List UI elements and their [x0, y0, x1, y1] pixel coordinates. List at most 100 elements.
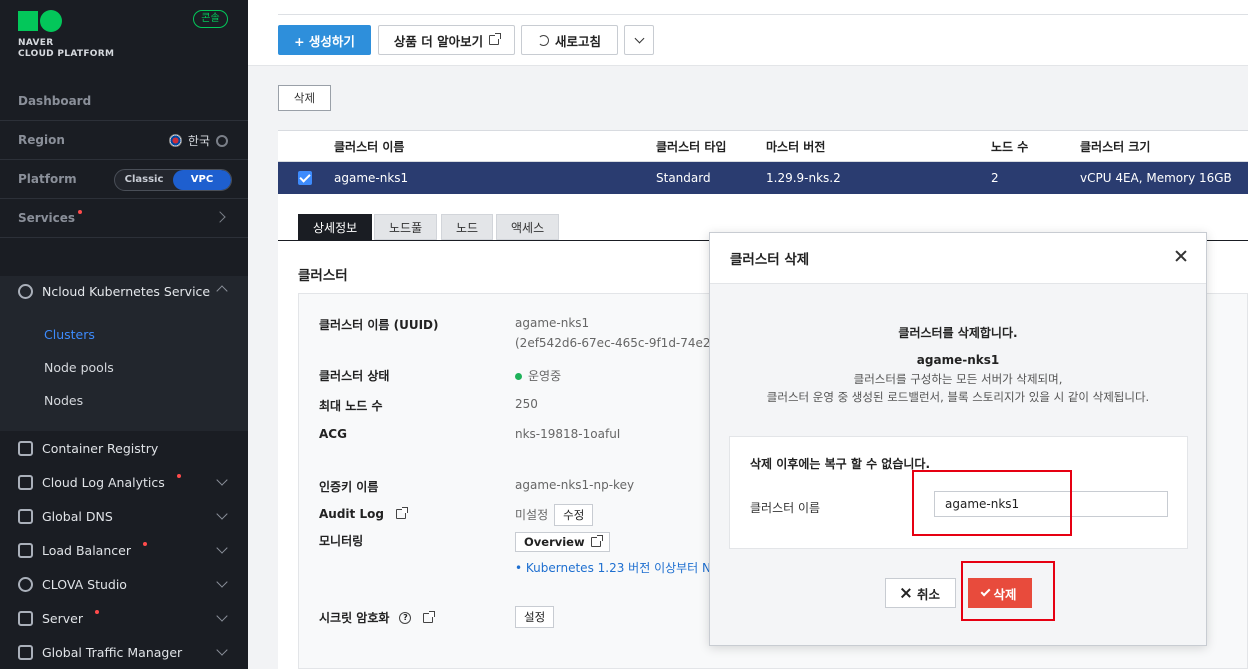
- secret-setting-button[interactable]: 설정: [515, 606, 555, 628]
- brand-line2: CLOUD PLATFORM: [18, 49, 115, 59]
- load-balancer-icon: [18, 542, 33, 558]
- refresh-icon: [537, 34, 549, 46]
- platform-option-vpc[interactable]: VPC: [173, 170, 231, 190]
- modal-line2: 클러스터 운영 중 생성된 로드밸런서, 블록 스토리지가 있을 시 같이 삭제…: [766, 390, 1150, 404]
- cluster-status: 운영중: [515, 367, 561, 384]
- cell-nodes: 2: [991, 171, 999, 185]
- warning-text: 삭제 이후에는 복구 할 수 없습니다.: [750, 457, 931, 471]
- acg-value: nks-19818-1oafuI: [515, 427, 621, 441]
- clova-studio-icon: [18, 576, 33, 592]
- tab-access[interactable]: 액세스: [496, 214, 560, 240]
- tab-node-pools[interactable]: 노드풀: [374, 214, 438, 240]
- sidebar-item-global-traffic-manager[interactable]: Global Traffic Manager: [18, 635, 230, 669]
- cluster-uuid-value: (2ef542d6-67ec-465c-9f1d-74e2d44: [515, 336, 734, 350]
- audit-log-value-row: 미설정 수정: [515, 504, 594, 526]
- gear-icon[interactable]: [216, 134, 228, 147]
- brand-line1: NAVER: [18, 38, 54, 48]
- sidebar-item-platform: Platform Classic VPC: [0, 160, 248, 199]
- sidebar-item-nodes[interactable]: Nodes: [44, 393, 83, 408]
- tab-details[interactable]: 상세정보: [298, 214, 373, 240]
- column-header[interactable]: 클러스터 이름: [334, 131, 404, 163]
- server-icon: [18, 610, 33, 626]
- cell-size: vCPU 4EA, Memory 16GB: [1080, 171, 1232, 185]
- close-icon: [901, 588, 911, 598]
- new-dot: [78, 210, 83, 214]
- refresh-button[interactable]: 새로고침: [521, 25, 618, 55]
- naver-cloud-logo[interactable]: NAVER CLOUD PLATFORM: [18, 10, 114, 60]
- more-dropdown-button[interactable]: [624, 25, 654, 55]
- column-header[interactable]: 클러스터 크기: [1080, 131, 1150, 163]
- chevron-down-icon[interactable]: [216, 542, 228, 554]
- sidebar-item-global-dns[interactable]: Global DNS: [18, 499, 230, 533]
- audit-edit-button[interactable]: 수정: [554, 504, 594, 526]
- create-button[interactable]: + 생성하기: [278, 25, 371, 55]
- tab-nodes[interactable]: 노드: [441, 214, 494, 240]
- max-nodes-value: 250: [515, 397, 538, 411]
- learn-more-button[interactable]: 상품 더 알아보기: [378, 25, 515, 55]
- close-icon[interactable]: [1174, 249, 1188, 263]
- region-value: 한국: [187, 134, 210, 148]
- table-row[interactable]: agame-nks1 Standard 1.29.9-nks.2 2 vCPU …: [278, 162, 1248, 194]
- sidebar-item-dashboard[interactable]: Dashboard: [0, 82, 248, 121]
- column-header[interactable]: 노드 수: [991, 131, 1028, 163]
- highlight-box-input: [912, 470, 1072, 536]
- modal-body: 클러스터를 삭제합니다. agame-nks1 클러스터를 구성하는 모든 서버…: [710, 283, 1206, 645]
- service-label: Global DNS: [42, 508, 113, 524]
- sidebar-item-container-registry[interactable]: Container Registry: [18, 431, 230, 465]
- column-header[interactable]: 마스터 버전: [766, 131, 825, 163]
- sidebar: NAVER CLOUD PLATFORM 콘솔 Dashboard Region…: [0, 0, 248, 669]
- chevron-down-icon[interactable]: [216, 644, 228, 656]
- nks-menu-header[interactable]: Ncloud Kubernetes Service: [18, 276, 210, 306]
- external-link-icon[interactable]: [395, 507, 408, 519]
- secret-row: 시크릿 암호화 ?: [319, 609, 436, 626]
- sidebar-item-load-balancer[interactable]: Load Balancer: [18, 533, 230, 567]
- cluster-name-value: agame-nks1: [515, 316, 590, 330]
- container-registry-icon: [18, 440, 33, 456]
- auth-key-value: agame-nks1-np-key: [515, 478, 635, 492]
- nks-label: Ncloud Kubernetes Service: [42, 283, 211, 299]
- cancel-button[interactable]: 취소: [885, 578, 956, 608]
- cell-name: agame-nks1: [334, 171, 409, 185]
- chevron-down-icon[interactable]: [216, 610, 228, 622]
- cluster-status-value: 운영중: [528, 369, 562, 383]
- chevron-down-icon[interactable]: [216, 508, 228, 520]
- platform-option-classic[interactable]: Classic: [115, 170, 173, 190]
- new-dot: [176, 474, 181, 478]
- global-dns-icon: [18, 508, 33, 524]
- auth-key-label: 인증키 이름: [319, 480, 379, 494]
- chevron-down-icon[interactable]: [216, 474, 228, 486]
- overview-button[interactable]: Overview: [515, 532, 610, 552]
- monitoring-row: Overview: [515, 532, 610, 552]
- sidebar-item-node-pools[interactable]: Node pools: [44, 360, 114, 375]
- help-icon[interactable]: ?: [399, 611, 412, 624]
- delete-cluster-button[interactable]: 삭제: [278, 85, 331, 111]
- modal-line1: 클러스터를 구성하는 모든 서버가 삭제되며,: [853, 372, 1063, 386]
- sidebar-item-clusters[interactable]: Clusters: [44, 327, 95, 342]
- service-label: Server: [42, 610, 83, 626]
- sidebar-item-server[interactable]: Server: [18, 601, 230, 635]
- service-label: Load Balancer: [42, 542, 131, 558]
- column-header[interactable]: 클러스터 타입: [656, 131, 726, 163]
- refresh-label: 새로고침: [554, 33, 601, 49]
- sidebar-item-region[interactable]: Region 한국: [0, 121, 248, 160]
- chevron-up-icon[interactable]: [216, 285, 228, 297]
- row-checkbox[interactable]: [298, 171, 312, 185]
- secret-setting-row: 설정: [515, 606, 555, 628]
- overview-label: Overview: [524, 535, 585, 549]
- dashboard-label: Dashboard: [18, 94, 92, 108]
- chevron-down-icon[interactable]: [216, 576, 228, 588]
- platform-toggle[interactable]: Classic VPC: [114, 169, 232, 191]
- delete-cluster-modal: 클러스터 삭제 클러스터를 삭제합니다. agame-nks1 클러스터를 구성…: [709, 232, 1207, 646]
- sidebar-item-services[interactable]: Services: [0, 199, 248, 238]
- sidebar-item-cloud-log-analytics[interactable]: Cloud Log Analytics: [18, 465, 230, 499]
- monitoring-note[interactable]: • Kubernetes 1.23 버전 이상부터 Node: [515, 559, 733, 576]
- platform-label: Platform: [18, 172, 77, 186]
- console-badge[interactable]: 콘솔: [193, 10, 228, 28]
- service-label: Container Registry: [42, 440, 159, 456]
- sidebar-item-clova-studio[interactable]: CLOVA Studio: [18, 567, 230, 601]
- modal-heading: 클러스터를 삭제합니다.: [898, 326, 1018, 340]
- section-title: 클러스터: [298, 268, 348, 284]
- external-link-icon[interactable]: [423, 610, 436, 623]
- cancel-label: 취소: [916, 586, 940, 602]
- chevron-right-icon: [214, 211, 226, 223]
